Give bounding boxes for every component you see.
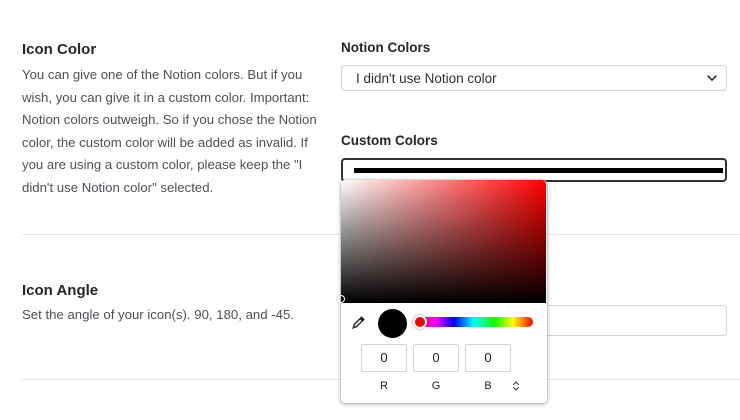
blue-input[interactable]: 0: [465, 344, 511, 372]
icon-angle-input[interactable]: [540, 305, 727, 336]
chevron-down-icon: [707, 75, 717, 81]
color-preview: [378, 309, 407, 338]
notion-colors-label: Notion Colors: [341, 40, 431, 55]
hue-slider-handle[interactable]: [413, 315, 427, 329]
blue-label: B: [484, 380, 492, 392]
color-picker-popover: 0 0 0 R G B: [337, 180, 547, 403]
saturation-area[interactable]: [337, 180, 546, 303]
icon-angle-description: Set the angle of your icon(s). 90, 180, …: [22, 307, 294, 322]
notion-colors-select[interactable]: I didn't use Notion color: [341, 65, 727, 91]
icon-angle-title: Icon Angle: [22, 282, 99, 299]
description-line: didn't use Notion color" selected.: [22, 179, 214, 195]
icon-color-title: Icon Color: [22, 41, 97, 58]
description-line: wish, you can give it in a custom color.…: [22, 89, 310, 105]
green-label: G: [431, 380, 441, 392]
description-line: Notion colors outweigh. So if you chose …: [22, 112, 317, 128]
icon-color-description: You can give one of the Notion colors. B…: [22, 64, 332, 200]
red-label: R: [380, 380, 388, 392]
red-input[interactable]: 0: [361, 344, 407, 372]
saturation-handle[interactable]: [337, 295, 345, 303]
color-mode-toggle-icon[interactable]: [511, 379, 521, 393]
custom-color-input[interactable]: [341, 158, 727, 182]
notion-colors-selected-value: I didn't use Notion color: [356, 71, 497, 86]
green-input[interactable]: 0: [413, 344, 459, 372]
custom-color-swatch: [354, 168, 723, 173]
description-line: You can give one of the Notion colors. B…: [22, 67, 303, 82]
description-line: you are using a custom color, please kee…: [22, 157, 303, 173]
hue-slider[interactable]: [413, 315, 533, 329]
description-line: color, the custom color will be added as…: [22, 134, 308, 150]
eyedropper-icon[interactable]: [351, 314, 367, 330]
custom-colors-label: Custom Colors: [341, 133, 438, 148]
